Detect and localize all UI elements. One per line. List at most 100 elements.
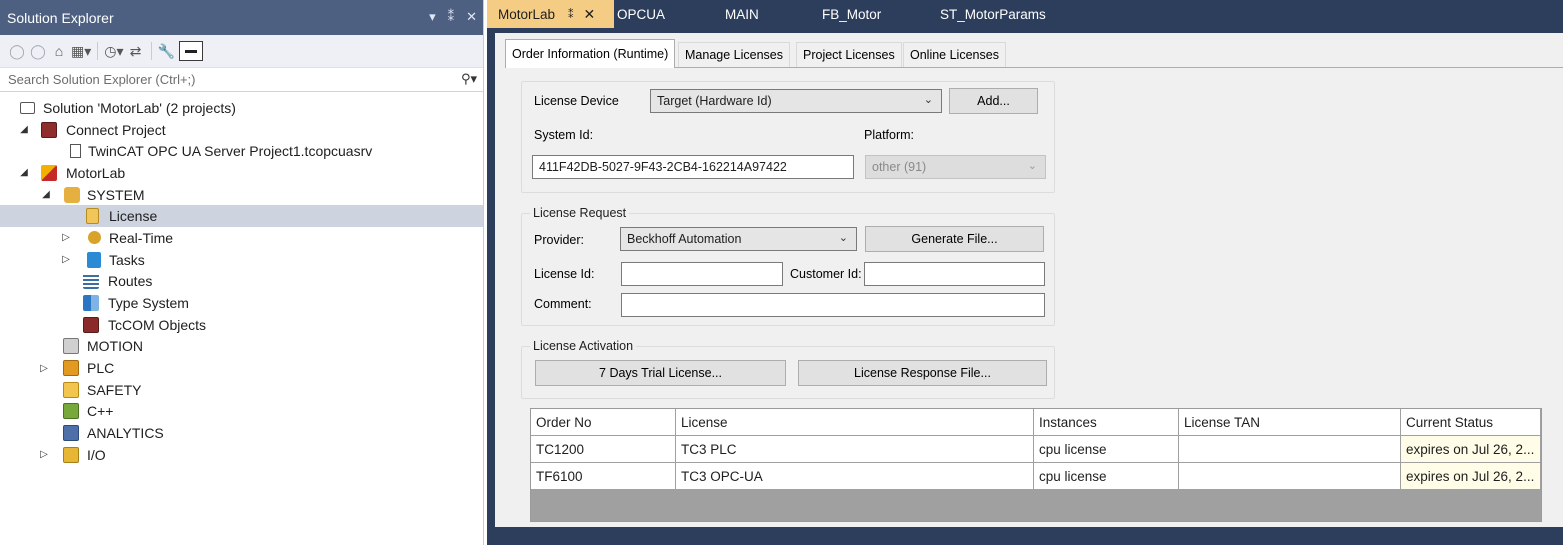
safety-icon-glyph bbox=[63, 381, 79, 398]
window-position-dropdown-icon[interactable]: ▾ bbox=[429, 9, 436, 25]
tree-item-connect-project[interactable]: ◢ Connect Project bbox=[0, 119, 483, 141]
safety-icon bbox=[62, 381, 80, 398]
license-device-select[interactable]: Target (Hardware Id) ⌄ bbox=[650, 89, 942, 113]
tree-item-label: Solution 'MotorLab' (2 projects) bbox=[43, 99, 236, 116]
doc-tab-label: ST_MotorParams bbox=[940, 6, 1046, 22]
tab-label: Project Licenses bbox=[803, 48, 895, 62]
doc-tab-label: MAIN bbox=[725, 6, 759, 22]
pending-changes-filter-icon[interactable]: ◷▾ bbox=[104, 40, 123, 62]
chevron-down-icon: ⌄ bbox=[1027, 160, 1037, 172]
preview-selected-items-icon[interactable] bbox=[178, 41, 203, 61]
back-icon[interactable]: ◯ bbox=[8, 40, 26, 62]
home-icon[interactable]: ⌂ bbox=[50, 40, 68, 62]
system-id-field[interactable]: 411F42DB-5027-9F43-2CB4-162214A97422 bbox=[532, 155, 854, 179]
tree-item-label: TwinCAT OPC UA Server Project1.tcopcuasr… bbox=[88, 143, 373, 160]
close-panel-icon[interactable]: ✕ bbox=[466, 9, 477, 25]
tree-item-system[interactable]: ◢ SYSTEM bbox=[0, 184, 483, 206]
tree-item-solution-motorlab-2-projects[interactable]: Solution 'MotorLab' (2 projects) bbox=[0, 97, 483, 119]
solution-explorer-search[interactable]: Search Solution Explorer (Ctrl+;) ⚲▾ bbox=[0, 68, 483, 92]
tab-online-licenses[interactable]: Online Licenses bbox=[903, 42, 1006, 67]
routes-icon-glyph bbox=[83, 273, 99, 290]
license-id-input[interactable] bbox=[621, 262, 783, 286]
cpp-icon bbox=[62, 403, 80, 420]
tree-item-analytics[interactable]: ANALYTICS bbox=[0, 422, 483, 444]
expand-arrow-icon[interactable]: ▷ bbox=[60, 254, 72, 265]
tree-item-i-o[interactable]: ▷ I/O bbox=[0, 444, 483, 466]
collapse-arrow-icon[interactable]: ◢ bbox=[18, 167, 30, 178]
forward-icon[interactable]: ◯ bbox=[29, 40, 47, 62]
type-system-icon bbox=[82, 295, 100, 312]
tree-item-tasks[interactable]: ▷ Tasks bbox=[0, 249, 483, 271]
comment-input[interactable] bbox=[621, 293, 1045, 317]
solution-explorer-toolbar: ◯ ◯ ⌂ ▦▾ ◷▾ ⇄ 🔧 bbox=[0, 35, 483, 68]
tree-item-type-system[interactable]: Type System bbox=[0, 292, 483, 314]
add-device-button[interactable]: Add... bbox=[949, 88, 1038, 114]
tree-item-routes[interactable]: Routes bbox=[0, 271, 483, 293]
analytics-icon-glyph bbox=[63, 425, 79, 442]
column-header-license[interactable]: License bbox=[676, 409, 1034, 436]
tree-item-label: SYSTEM bbox=[87, 186, 145, 203]
tree-item-motion[interactable]: MOTION bbox=[0, 336, 483, 358]
properties-wrench-icon[interactable]: 🔧 bbox=[158, 40, 176, 62]
cell-current-status: expires on Jul 26, 2... bbox=[1401, 463, 1541, 490]
doc-tab-fb-motor[interactable]: FB_Motor bbox=[817, 0, 936, 28]
expand-arrow-icon[interactable]: ▷ bbox=[60, 232, 72, 243]
expand-arrow-icon[interactable]: ▷ bbox=[38, 449, 50, 460]
close-tab-icon[interactable]: ✕ bbox=[584, 6, 596, 23]
collapse-arrow-icon[interactable]: ◢ bbox=[18, 124, 30, 135]
trial-license-button[interactable]: 7 Days Trial License... bbox=[535, 360, 786, 386]
doc-tab-opcua[interactable]: OPCUA bbox=[614, 0, 721, 28]
cell-order-no: TC1200 bbox=[531, 436, 676, 463]
tree-item-label: I/O bbox=[87, 446, 106, 463]
system-id-value: 411F42DB-5027-9F43-2CB4-162214A97422 bbox=[539, 160, 787, 174]
tree-item-tccom-objects[interactable]: TcCOM Objects bbox=[0, 314, 483, 336]
cell-license-tan bbox=[1179, 463, 1401, 490]
doc-tab-main[interactable]: MAIN bbox=[721, 0, 817, 28]
switch-views-icon[interactable]: ▦▾ bbox=[71, 40, 91, 62]
column-header-current-status[interactable]: Current Status bbox=[1401, 409, 1541, 436]
tree-item-safety[interactable]: SAFETY bbox=[0, 379, 483, 401]
collapse-arrow-icon[interactable]: ◢ bbox=[40, 189, 52, 200]
auto-hide-pin-icon[interactable]: ⁑ bbox=[448, 9, 455, 25]
generate-file-button[interactable]: Generate File... bbox=[865, 226, 1044, 252]
tasks-icon bbox=[85, 251, 103, 268]
doc-tab-st-motorparams[interactable]: ST_MotorParams bbox=[936, 0, 1096, 28]
tree-item-license[interactable]: License bbox=[0, 205, 483, 228]
column-header-instances[interactable]: Instances bbox=[1034, 409, 1179, 436]
tree-item-motorlab[interactable]: ◢ MotorLab bbox=[0, 162, 483, 184]
solution-icon-glyph bbox=[19, 101, 35, 114]
search-input-placeholder: Search Solution Explorer (Ctrl+;) bbox=[8, 72, 196, 87]
license-icon-glyph bbox=[85, 208, 99, 225]
plc-icon-glyph bbox=[63, 360, 79, 377]
license-response-file-button[interactable]: License Response File... bbox=[798, 360, 1047, 386]
doc-tab-label: OPCUA bbox=[617, 6, 666, 22]
button-label: Add... bbox=[977, 94, 1010, 108]
tab-label: Manage Licenses bbox=[685, 48, 783, 62]
connect-project-icon bbox=[40, 121, 58, 138]
doc-tab-motorlab[interactable]: MotorLab ⁑ ✕ bbox=[487, 0, 614, 28]
license-id-label: License Id: bbox=[534, 267, 595, 281]
provider-select[interactable]: Beckhoff Automation ⌄ bbox=[620, 227, 857, 251]
table-row[interactable]: TC1200 TC3 PLC cpu license expires on Ju… bbox=[531, 436, 1541, 463]
search-icon[interactable]: ⚲▾ bbox=[461, 71, 477, 87]
customer-id-input[interactable] bbox=[864, 262, 1045, 286]
file-icon bbox=[66, 143, 84, 159]
solution-explorer-panel: Solution Explorer ▾ ⁑ ✕ ◯ ◯ ⌂ ▦▾ ◷▾ ⇄ 🔧 … bbox=[0, 0, 484, 545]
tree-item-label: MOTION bbox=[87, 338, 143, 355]
tree-item-plc[interactable]: ▷ PLC bbox=[0, 357, 483, 379]
tree-item-real-time[interactable]: ▷ Real-Time bbox=[0, 227, 483, 249]
expand-arrow-icon[interactable]: ▷ bbox=[38, 363, 50, 374]
tab-project-licenses[interactable]: Project Licenses bbox=[796, 42, 902, 67]
column-header-license-tan[interactable]: License TAN bbox=[1179, 409, 1401, 436]
table-row[interactable]: TF6100 TC3 OPC-UA cpu license expires on… bbox=[531, 463, 1541, 490]
pin-tab-icon[interactable]: ⁑ bbox=[568, 8, 574, 21]
platform-select: other (91) ⌄ bbox=[865, 155, 1046, 179]
tab-manage-licenses[interactable]: Manage Licenses bbox=[678, 42, 790, 67]
document-area: MotorLab ⁑ ✕ OPCUA MAIN FB_Motor ST_Moto… bbox=[487, 0, 1563, 545]
license-icon bbox=[83, 208, 101, 225]
column-header-order-no[interactable]: Order No bbox=[531, 409, 676, 436]
tree-item-c[interactable]: C++ bbox=[0, 401, 483, 423]
tree-item-twincat-opc-ua-server-project1-tcopcuasrv[interactable]: TwinCAT OPC UA Server Project1.tcopcuasr… bbox=[0, 140, 483, 162]
sync-icon[interactable]: ⇄ bbox=[127, 40, 145, 62]
tab-order-information[interactable]: Order Information (Runtime) bbox=[505, 39, 676, 68]
